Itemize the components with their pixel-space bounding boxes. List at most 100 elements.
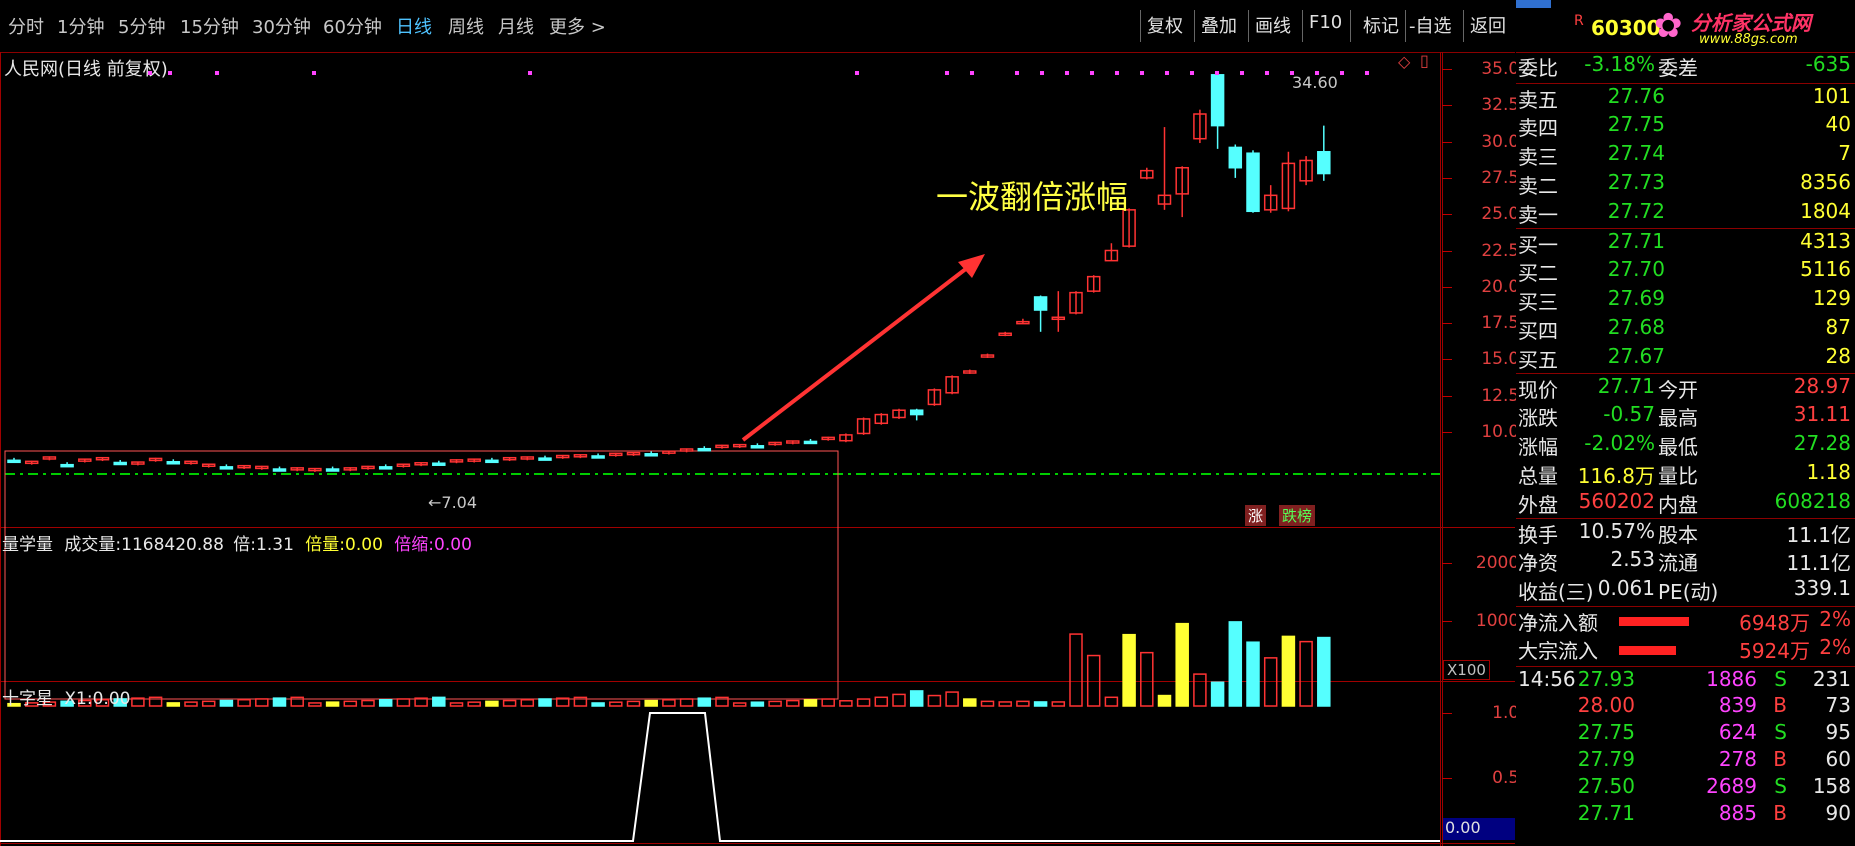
buy-row[interactable]: 买三 27.69 129 — [1516, 286, 1855, 316]
tick-row[interactable]: 28.00 839 B 73 — [1516, 693, 1855, 723]
signal-dot — [1040, 71, 1044, 75]
price-axis-tick — [1442, 141, 1452, 143]
volume-bar — [626, 700, 641, 707]
sell-row[interactable]: 卖四 27.75 40 — [1516, 112, 1855, 142]
back-button[interactable]: 返回 — [1470, 12, 1506, 38]
sell-price: 27.73 — [1607, 170, 1665, 194]
limit-board-badge[interactable]: 跌榜 — [1279, 505, 1316, 526]
stat-row[interactable]: 涨幅 -2.02% 最低 27.28 — [1516, 431, 1855, 461]
flow-label: 大宗流入 — [1518, 639, 1598, 663]
flow-pct: 2% — [1819, 635, 1851, 659]
volume-indicator-name[interactable]: 量学量 — [2, 535, 53, 555]
candle-body — [432, 462, 446, 466]
tick-count: 158 — [1812, 774, 1851, 798]
fund-value-2: 11.1亿 — [1786, 523, 1851, 547]
x1-label: X1: — [64, 689, 93, 709]
price-axis-tick — [1442, 359, 1452, 361]
buy-row[interactable]: 买四 27.68 87 — [1516, 315, 1855, 345]
low-price-value: 7.04 — [441, 493, 478, 512]
tick-time: 14:56 — [1518, 667, 1576, 691]
candle-body — [697, 447, 712, 452]
volume-bars-group — [7, 621, 1331, 707]
cross-indicator-header: 十字星 X1:0.00 — [2, 684, 130, 709]
sell-row[interactable]: 卖三 27.74 7 — [1516, 141, 1855, 171]
volume-bar — [892, 693, 906, 707]
sell-volume: 40 — [1825, 112, 1851, 136]
sell-volume: 8356 — [1800, 170, 1851, 194]
fund-value: 2.53 — [1610, 547, 1655, 571]
stat-row[interactable]: 现价 27.71 今开 28.97 — [1516, 373, 1855, 404]
sell-label: 卖一 — [1518, 203, 1558, 227]
tick-side: S — [1774, 774, 1787, 798]
stat-row[interactable]: 涨跌 -0.57 最高 31.11 — [1516, 402, 1855, 432]
volume-bar — [591, 702, 605, 707]
buy-row[interactable]: 买二 27.70 5116 — [1516, 257, 1855, 287]
buy-row[interactable]: 买一 27.71 4313 — [1516, 228, 1855, 259]
volume-bar — [272, 697, 287, 707]
buy-row[interactable]: 买五 27.67 28 — [1516, 344, 1855, 374]
buy-volume: 28 — [1825, 344, 1851, 368]
stat-value-2: 28.97 — [1793, 374, 1851, 398]
fund-label: 收益(三) — [1518, 580, 1594, 604]
signal-dot — [1140, 71, 1144, 75]
candle-body — [378, 466, 393, 470]
fund-value-2: 11.1亿 — [1786, 551, 1851, 575]
volume-axis-tick — [1442, 621, 1452, 622]
fund-row[interactable]: 净资 2.53 流通 11.1亿 — [1516, 547, 1855, 577]
stock-code[interactable]: 60300 — [1591, 16, 1661, 40]
volume-bar — [909, 690, 924, 707]
volume-bar — [732, 702, 747, 707]
tick-price: 27.71 — [1577, 801, 1635, 825]
volume-bar — [750, 701, 765, 707]
volume-bar — [378, 699, 393, 707]
stat-label-2: 今开 — [1658, 378, 1698, 402]
sell-label: 卖三 — [1518, 145, 1558, 169]
signal-dot — [168, 71, 172, 75]
quote-header-bar — [1516, 0, 1551, 8]
stat-row[interactable]: 总量 116.8万 量比 1.18 — [1516, 460, 1855, 490]
volume-bar — [1069, 633, 1083, 707]
weibi-row[interactable]: 委比 -3.18% 委差 -635 — [1516, 52, 1855, 82]
candles-group — [7, 73, 1331, 472]
tick-row[interactable]: 27.71 885 B 90 — [1516, 801, 1855, 831]
price-axis-tick — [1442, 286, 1452, 288]
candle-body — [538, 457, 552, 461]
fund-row[interactable]: 换手 10.57% 股本 11.1亿 — [1516, 518, 1855, 549]
fund-value-2: 339.1 — [1793, 576, 1851, 600]
sell-row[interactable]: 卖二 27.73 8356 — [1516, 170, 1855, 200]
buy-price: 27.67 — [1607, 344, 1665, 368]
signal-dots-group — [148, 71, 1369, 75]
cross-indicator-name[interactable]: 十字星 — [2, 689, 53, 709]
flow-bar — [1619, 646, 1676, 655]
signal-dot — [1215, 71, 1219, 75]
volume-bar — [1175, 622, 1189, 707]
stat-row[interactable]: 外盘 560202 内盘 608218 — [1516, 489, 1855, 519]
annotation-text: 一波翻倍涨幅 — [936, 178, 1129, 216]
price-axis-tick — [1442, 177, 1452, 179]
sell-label: 卖四 — [1518, 116, 1558, 140]
volume-bar — [237, 698, 251, 707]
signal-dot — [148, 71, 152, 75]
weicha-value: -635 — [1805, 52, 1851, 76]
sell-row[interactable]: 卖一 27.72 1804 — [1516, 199, 1855, 229]
fund-row[interactable]: 收益(三) 0.061 PE(动) 339.1 — [1516, 576, 1855, 606]
sell-row[interactable]: 卖五 27.76 101 — [1516, 83, 1855, 114]
bei-label: 倍: — [233, 535, 257, 555]
limit-up-badge[interactable]: 涨 — [1245, 505, 1267, 526]
fund-label-2: 股本 — [1658, 523, 1698, 547]
candlestick-chart-svg — [0, 71, 1440, 842]
flow-row[interactable]: 大宗流入 5924万 2% — [1516, 635, 1855, 665]
stat-label-2: 内盘 — [1658, 493, 1698, 517]
sell-label: 卖五 — [1518, 88, 1558, 112]
tick-row[interactable]: 27.79 278 B 60 — [1516, 747, 1855, 777]
quote-header: R 60300 ✿ 分析家公式网 www.88gs.com — [1516, 0, 1855, 53]
signal-dot — [1340, 71, 1344, 75]
volume-bar — [609, 701, 623, 707]
price-axis-tick — [1442, 432, 1452, 433]
signal-dot — [1115, 71, 1119, 75]
tick-row[interactable]: 27.50 2689 S 158 — [1516, 774, 1855, 804]
signal-dot — [312, 71, 316, 75]
volume-bar — [1281, 635, 1296, 707]
tick-price: 27.50 — [1577, 774, 1635, 798]
tick-row[interactable]: 27.75 624 S 95 — [1516, 720, 1855, 750]
